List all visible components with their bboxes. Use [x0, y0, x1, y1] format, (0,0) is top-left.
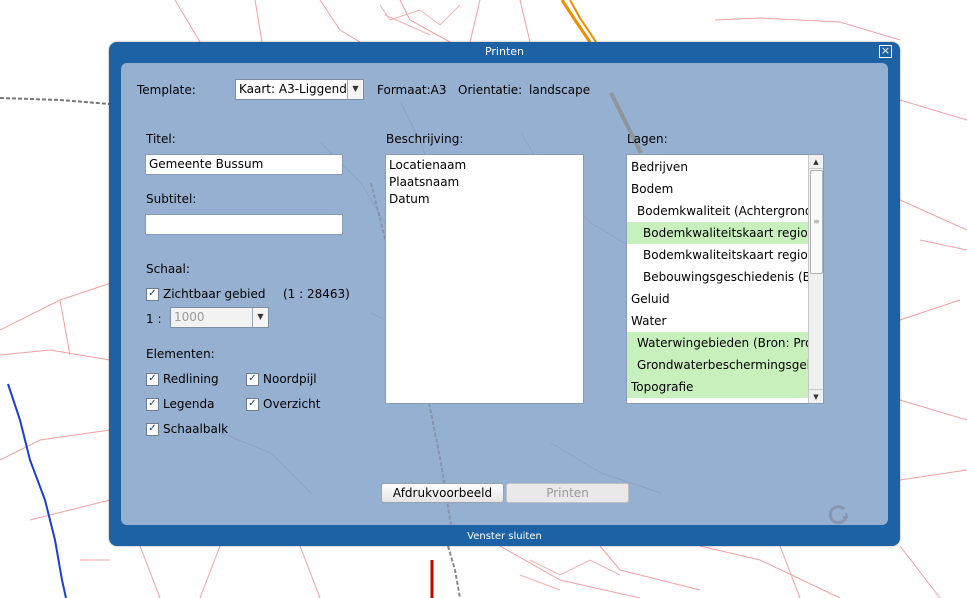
scroll-down-icon[interactable]: ▼ [809, 389, 823, 403]
scale-select[interactable]: 1000 ▼ [170, 307, 269, 328]
orientation-value: landscape [529, 83, 591, 97]
layer-item[interactable]: Bedrijven [627, 156, 808, 178]
close-window-link[interactable]: Venster sluiten [109, 528, 900, 546]
template-label: Template: [137, 83, 196, 97]
layer-item[interactable]: Waterwingebieden (Bron: Provi [627, 332, 808, 354]
element-label: Schaalbalk [163, 422, 229, 436]
element-checkbox-legenda[interactable]: ✓ Legenda [146, 397, 214, 411]
scale-prefix: 1 : [146, 312, 162, 326]
template-select[interactable]: Kaart: A3-Liggend ▼ [235, 79, 364, 100]
dialog-title[interactable]: Printen [109, 42, 900, 62]
orientation-label: Orientatie: [458, 83, 523, 97]
scroll-thumb[interactable]: ≡ [810, 170, 823, 274]
title-label: Titel: [146, 132, 176, 146]
layer-item[interactable]: Bodemkwaliteitskaart regio, o [627, 244, 808, 266]
element-checkbox-overzicht[interactable]: ✓ Overzicht [246, 397, 320, 411]
visible-area-checkbox[interactable]: ✓ Zichtbaar gebied [146, 287, 266, 301]
scale-label: Schaal: [146, 262, 190, 276]
element-label: Overzicht [263, 397, 321, 411]
element-checkbox-schaalbalk[interactable]: ✓ Schaalbalk [146, 422, 228, 436]
layer-item[interactable]: Bodemkwaliteitskaart regio, b [627, 222, 808, 244]
current-scale: (1 : 28463) [283, 287, 350, 301]
description-line: Datum [389, 192, 430, 206]
layers-label: Lagen: [627, 132, 668, 146]
subtitle-label: Subtitel: [146, 192, 197, 206]
layer-item[interactable]: Water [627, 310, 808, 332]
scroll-up-icon[interactable]: ▲ [809, 155, 823, 169]
layer-item[interactable]: Bebouwingsgeschiedenis (Br [627, 266, 808, 288]
description-line: Locatienaam [389, 158, 467, 172]
loading-spinner-icon [828, 505, 849, 525]
chevron-down-icon[interactable]: ▼ [347, 80, 363, 99]
print-button[interactable]: Printen [506, 483, 629, 503]
dialog-body: Template: Kaart: A3-Liggend ▼ Formaat:A3… [121, 63, 888, 525]
checkmark-icon[interactable]: ✓ [246, 397, 259, 411]
element-label: Redlining [163, 372, 219, 386]
format-label: Formaat:A3 [377, 83, 447, 97]
print-dialog: Printen × Template: Kaart: A3-Liggend ▼ … [109, 42, 900, 546]
layer-item[interactable]: Geluid [627, 288, 808, 310]
element-label: Legenda [163, 397, 215, 411]
checkmark-icon[interactable]: ✓ [246, 372, 259, 386]
elements-label: Elementen: [146, 347, 215, 361]
layers-list[interactable]: Bedrijven Bodem Bodemkwaliteit (Achtergron… [626, 154, 824, 404]
close-icon[interactable]: × [879, 45, 892, 58]
layer-item[interactable]: Bodemkwaliteit (Achtergrondwa [627, 200, 808, 222]
layer-item[interactable]: Grondwaterbeschermingsgebi [627, 354, 808, 376]
template-value: Kaart: A3-Liggend [239, 82, 347, 96]
description-label: Beschrijving: [386, 132, 464, 146]
checkmark-icon[interactable]: ✓ [146, 287, 159, 301]
description-textarea[interactable]: Locatienaam Plaatsnaam Datum [385, 154, 584, 404]
element-checkbox-redlining[interactable]: ✓ Redlining [146, 372, 219, 386]
checkmark-icon[interactable]: ✓ [146, 422, 159, 436]
scale-value: 1000 [174, 310, 205, 324]
subtitle-input[interactable] [145, 214, 343, 235]
layer-item[interactable]: Topografie [627, 376, 808, 398]
preview-button[interactable]: Afdrukvoorbeeld [381, 483, 504, 503]
description-line: Plaatsnaam [389, 175, 460, 189]
element-label: Noordpijl [263, 372, 317, 386]
element-checkbox-noordpijl[interactable]: ✓ Noordpijl [246, 372, 317, 386]
layers-scrollbar[interactable]: ▲ ≡ ▼ [808, 155, 823, 403]
checkmark-icon[interactable]: ✓ [146, 372, 159, 386]
chevron-down-icon[interactable]: ▼ [252, 308, 268, 327]
layer-item[interactable]: Bodem [627, 178, 808, 200]
visible-area-label: Zichtbaar gebied [163, 287, 266, 301]
checkmark-icon[interactable]: ✓ [146, 397, 159, 411]
title-input[interactable]: Gemeente Bussum [145, 154, 343, 175]
